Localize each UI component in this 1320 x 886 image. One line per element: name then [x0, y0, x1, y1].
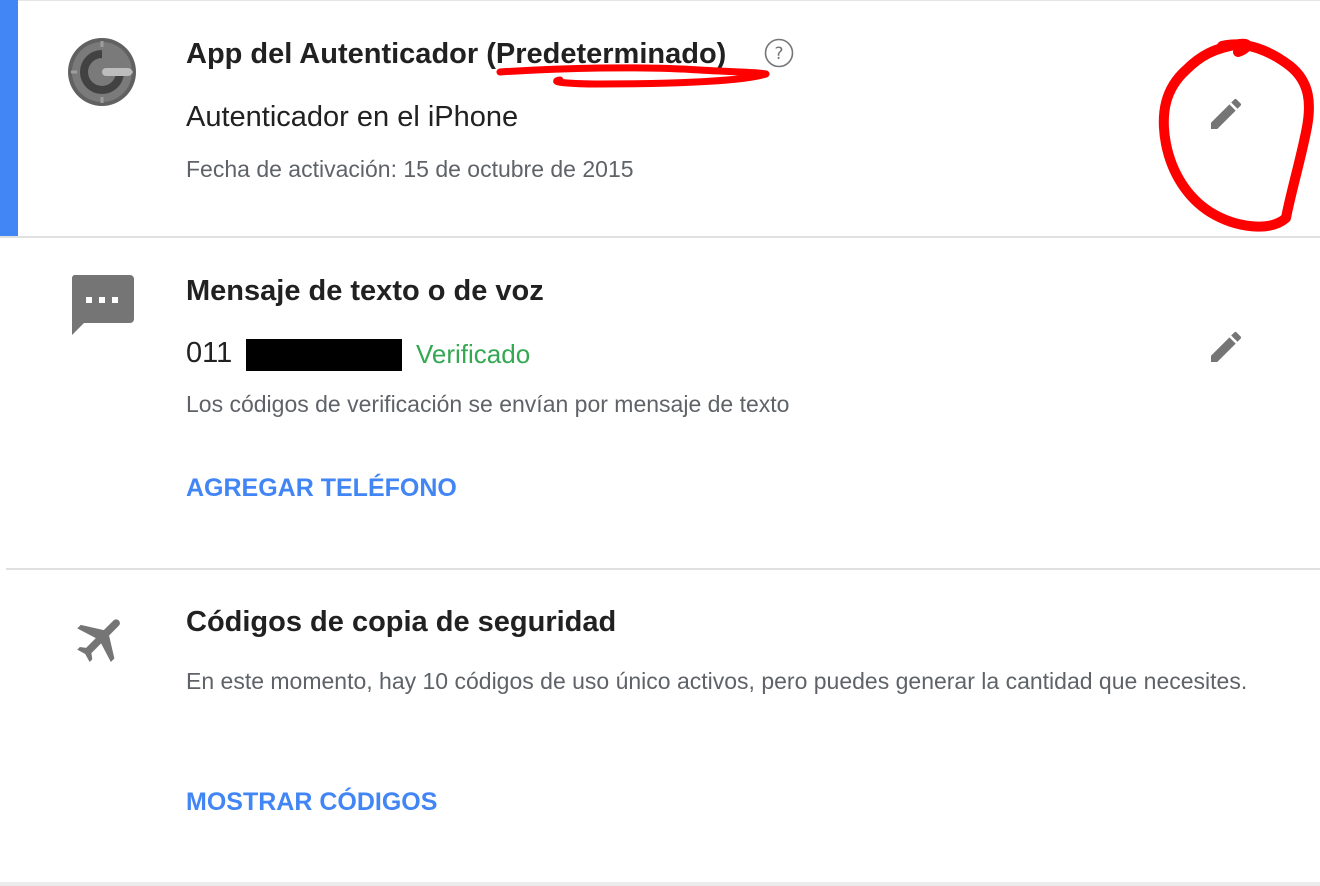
top-border [18, 0, 1320, 1]
show-codes-link[interactable]: MOSTRAR CÓDIGOS [186, 788, 437, 817]
default-badge: (Predeterminado) [486, 38, 727, 70]
backup-codes-title: Códigos de copia de seguridad [186, 606, 617, 638]
authenticator-device: Autenticador en el iPhone [186, 101, 519, 133]
sms-title: Mensaje de texto o de voz [186, 275, 544, 307]
svg-text:?: ? [774, 44, 783, 64]
airplane-icon [77, 619, 120, 662]
authenticator-section: App del Autenticador (Predeterminado) ? … [0, 0, 1320, 236]
add-phone-link[interactable]: AGREGAR TELÉFONO [186, 474, 457, 503]
message-dots-icon [71, 275, 134, 335]
section-divider [6, 568, 1320, 570]
google-authenticator-icon [68, 38, 136, 106]
bottom-border [0, 882, 1320, 886]
help-circle-icon[interactable]: ? [764, 38, 794, 68]
redacted-phone-number [246, 339, 402, 371]
two-step-verification-page: App del Autenticador (Predeterminado) ? … [0, 0, 1320, 886]
authenticator-title-text: App del Autenticador [186, 38, 487, 70]
sms-description: Los códigos de verificación se envían po… [186, 391, 790, 417]
pencil-icon [1211, 98, 1242, 129]
edit-authenticator-button[interactable] [1202, 90, 1250, 138]
default-method-accent-bar [0, 0, 18, 236]
pencil-icon [1211, 331, 1242, 362]
activation-date: Fecha de activación: 15 de octubre de 20… [186, 156, 634, 182]
edit-sms-button[interactable] [1202, 323, 1250, 371]
verified-status: Verificado [416, 339, 531, 369]
authenticator-title: App del Autenticador (Predeterminado) [186, 38, 726, 71]
backup-codes-description: En este momento, hay 10 códigos de uso ú… [186, 668, 1248, 694]
phone-prefix: 011 [186, 337, 233, 369]
